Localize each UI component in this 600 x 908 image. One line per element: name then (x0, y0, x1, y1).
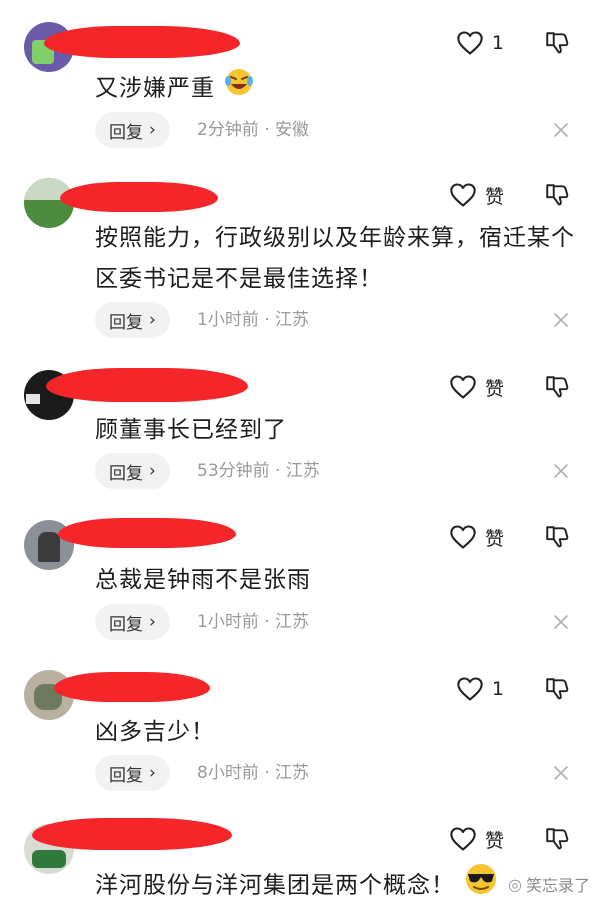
thumbs-down-icon[interactable] (544, 182, 570, 208)
thumbs-down-icon[interactable] (544, 676, 570, 702)
reply-button[interactable]: 回复 › (95, 453, 170, 489)
heart-outline-icon (457, 31, 483, 55)
chevron-right-icon: › (149, 612, 156, 632)
comment-meta: 8小时前 · 江苏 (197, 763, 310, 783)
heart-outline-icon (450, 525, 476, 549)
like-count: 1 (491, 678, 504, 700)
reply-button[interactable]: 回复 › (95, 604, 170, 640)
reply-button[interactable]: 回复 › (95, 302, 170, 338)
like-count: 1 (491, 32, 504, 54)
like-label: 赞 (484, 829, 504, 852)
heart-outline-icon (450, 827, 476, 851)
comment-item: 赞 总裁是钟雨不是张雨 回复 › 1小时前 · 江苏 (0, 502, 600, 652)
thumbs-down-icon[interactable] (544, 826, 570, 852)
close-icon[interactable] (552, 121, 570, 139)
username-redaction (46, 368, 248, 402)
username-redaction (32, 818, 232, 850)
chevron-right-icon: › (149, 763, 156, 783)
comment-meta: 53分钟前 · 江苏 (197, 461, 320, 481)
comment-text: 顾董事长已经到了 (95, 417, 287, 443)
comment-meta: 1小时前 · 江苏 (197, 612, 310, 632)
close-icon[interactable] (552, 613, 570, 631)
reply-button[interactable]: 回复 › (95, 112, 170, 148)
comment-item: 1 凶多吉少！ 回复 › 8小时前 · 江苏 (0, 652, 600, 802)
watermark: ◎ 笑忘录了 (508, 872, 590, 896)
weibo-logo-icon: ◎ (508, 874, 522, 894)
comment-meta: 1小时前 · 江苏 (197, 310, 310, 330)
like-button[interactable]: 赞 (449, 522, 504, 552)
comment-text: 又涉嫌严重 (95, 67, 576, 111)
comment-text: 按照能力，行政级别以及年龄来算，宿迁某个区委书记是不是最佳选择！ (95, 225, 575, 292)
username-redaction (58, 518, 236, 548)
heart-outline-icon (457, 677, 483, 701)
like-button[interactable]: 1 (456, 674, 504, 704)
chevron-right-icon: › (149, 310, 156, 330)
like-button[interactable]: 赞 (449, 824, 504, 854)
comment-text: 洋河股份与洋河集团是两个概念！ (95, 862, 576, 908)
like-button[interactable]: 赞 (449, 180, 504, 210)
like-label: 赞 (484, 527, 504, 550)
comment-meta: 2分钟前 · 安徽 (197, 120, 310, 140)
sunglasses-emoji (463, 862, 499, 908)
close-icon[interactable] (552, 462, 570, 480)
username-redaction (44, 26, 240, 58)
comment-item: 赞 按照能力，行政级别以及年龄来算，宿迁某个区委书记是不是最佳选择！ 回复 › … (0, 160, 600, 350)
close-icon[interactable] (552, 764, 570, 782)
thumbs-down-icon[interactable] (544, 30, 570, 56)
like-label: 赞 (484, 377, 504, 400)
comment-text: 凶多吉少！ (95, 719, 215, 745)
like-button[interactable]: 赞 (449, 372, 504, 402)
like-label: 赞 (484, 185, 504, 208)
like-button[interactable]: 1 (456, 28, 504, 58)
heart-outline-icon (450, 183, 476, 207)
thumbs-down-icon[interactable] (544, 374, 570, 400)
thumbs-down-icon[interactable] (544, 524, 570, 550)
comment-text: 总裁是钟雨不是张雨 (95, 567, 311, 593)
reply-button[interactable]: 回复 › (95, 755, 170, 791)
comment-item: 1 又涉嫌严重 回复 › 2分钟前 · 安徽 (0, 0, 600, 160)
close-icon[interactable] (552, 311, 570, 329)
chevron-right-icon: › (149, 120, 156, 140)
laughing-crying-emoji (223, 67, 255, 111)
comment-item: 赞 顾董事长已经到了 回复 › 53分钟前 · 江苏 (0, 350, 600, 502)
watermark-text: 笑忘录了 (525, 876, 590, 895)
username-redaction (60, 182, 218, 212)
heart-outline-icon (450, 375, 476, 399)
chevron-right-icon: › (149, 461, 156, 481)
username-redaction (54, 672, 210, 702)
